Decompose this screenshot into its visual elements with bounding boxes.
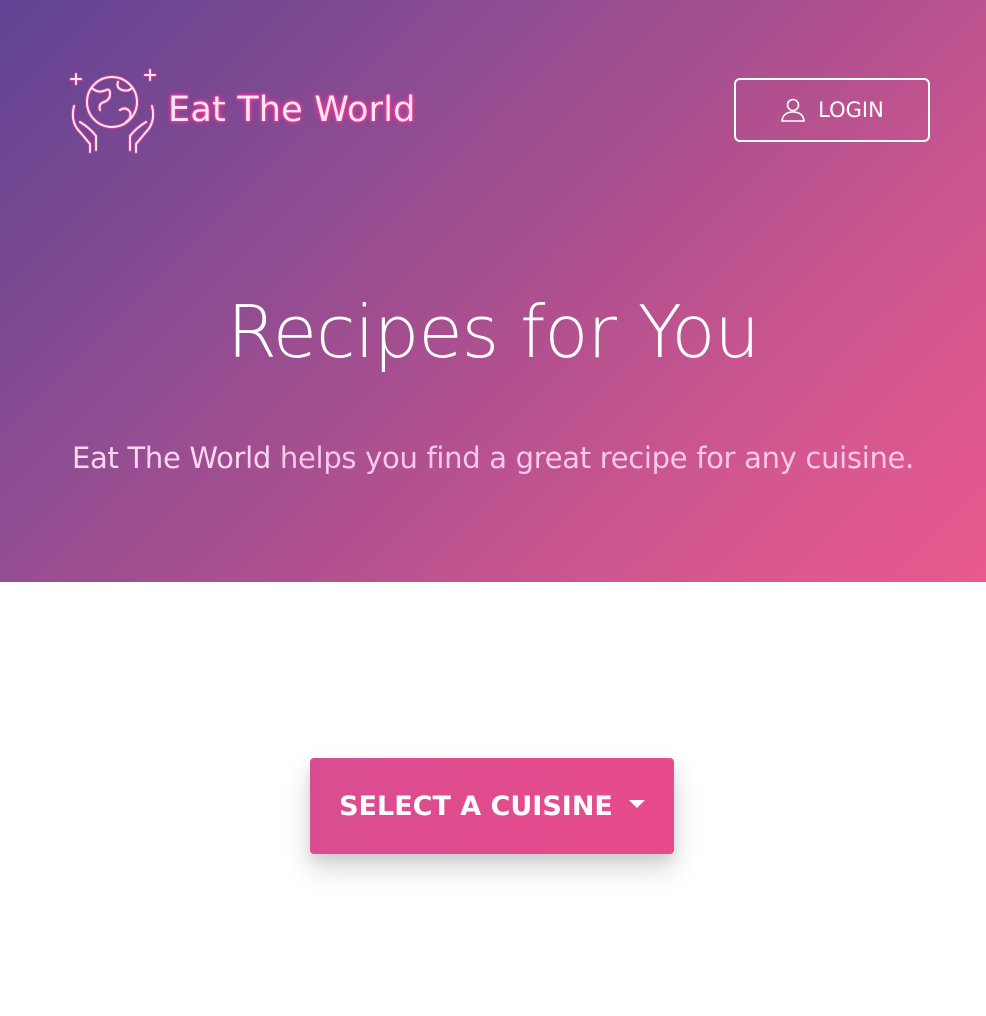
user-icon <box>781 98 805 122</box>
login-label: LOGIN <box>818 98 884 122</box>
login-button[interactable]: LOGIN <box>734 78 930 142</box>
hero-banner: Eat The World LOGIN Recipes for You Eat … <box>0 0 986 582</box>
page-title: Recipes for You <box>226 290 760 374</box>
hero-subtitle: Eat The World helps you find a great rec… <box>0 441 986 475</box>
subtitle-text: helps you find a great recipe for any cu… <box>271 441 915 475</box>
globe-in-hands-icon <box>69 68 157 154</box>
brand[interactable]: Eat The World <box>66 62 416 158</box>
brand-name: Eat The World <box>168 90 416 130</box>
caret-down-icon <box>628 800 645 808</box>
select-cuisine-dropdown[interactable]: SELECT A CUISINE <box>310 758 674 854</box>
subtitle-brand: Eat The World <box>71 441 272 475</box>
select-cuisine-label: SELECT A CUISINE <box>339 790 613 822</box>
